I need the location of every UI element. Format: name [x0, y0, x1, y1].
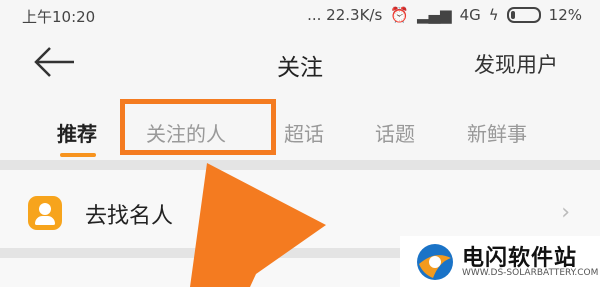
nav-bar: 关注 发现用户 — [0, 30, 600, 98]
watermark-url: WWW.DS-SOLARBATTERY.COM — [462, 268, 599, 278]
watermark: 电闪软件站 WWW.DS-SOLARBATTERY.COM — [400, 236, 600, 287]
active-tab-indicator — [60, 153, 96, 157]
status-time: 上午10:20 — [22, 8, 96, 26]
signal-icon: ▂▄▆ — [416, 6, 452, 24]
watermark-logo — [417, 244, 453, 280]
status-indicators: ... 22.3K/s ⏰ ▂▄▆ 4G ϟ 12% — [307, 6, 582, 24]
discover-users-button[interactable]: 发现用户 — [474, 49, 558, 79]
find-celebrities-label: 去找名人 — [85, 204, 174, 229]
status-bar: 上午10:20 ... 22.3K/s ⏰ ▂▄▆ 4G ϟ 12% — [0, 0, 600, 30]
tab-topics[interactable]: 话题 — [375, 118, 415, 147]
tab-super-topics[interactable]: 超话 — [284, 118, 324, 147]
charging-icon: ϟ — [488, 6, 499, 24]
battery-icon — [506, 7, 541, 23]
tab-recommended[interactable]: 推荐 — [57, 118, 97, 147]
chevron-right-icon: › — [561, 200, 570, 225]
section-divider — [0, 160, 600, 170]
tab-whats-new[interactable]: 新鲜事 — [467, 118, 527, 147]
tab-bar: 推荐 关注的人 超话 话题 新鲜事 — [0, 98, 600, 160]
highlight-box — [120, 99, 276, 155]
user-icon — [28, 196, 62, 230]
network-speed: ... 22.3K/s — [307, 6, 383, 24]
network-type: 4G — [459, 6, 481, 24]
alarm-icon: ⏰ — [390, 6, 409, 24]
battery-percent: 12% — [548, 6, 582, 24]
